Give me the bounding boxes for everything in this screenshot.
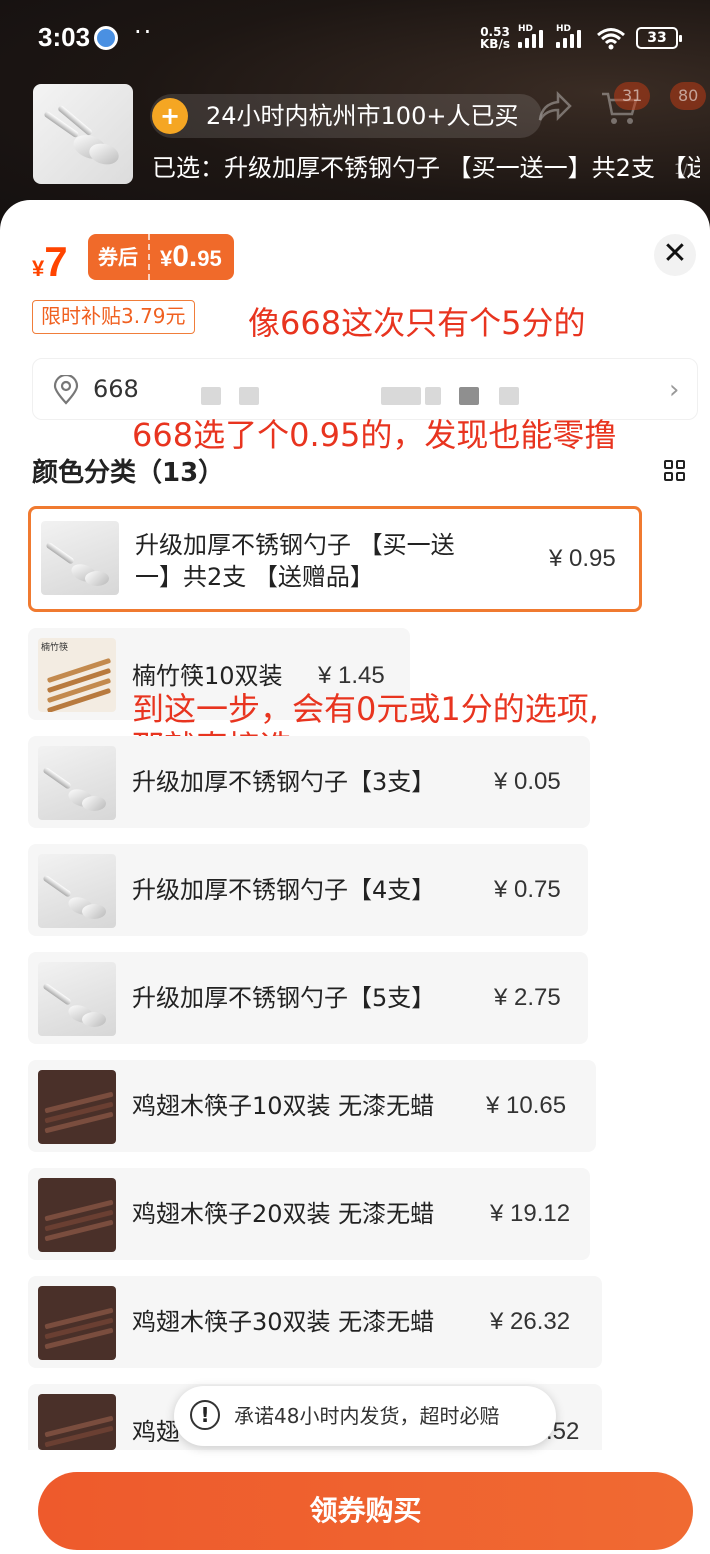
more-dots-icon: ·· bbox=[134, 18, 154, 46]
option-thumbnail bbox=[38, 1178, 116, 1252]
page-indicator: 1/1 bbox=[674, 162, 697, 178]
address-bar[interactable]: 668 › bbox=[32, 358, 698, 420]
option-name: 鸡翅木筷子10双装 无漆无蜡 bbox=[132, 1092, 435, 1120]
message-badge: 80 bbox=[670, 82, 707, 110]
option-thumbnail bbox=[38, 1286, 116, 1360]
signal-icon-2 bbox=[556, 28, 586, 48]
original-price: ¥7 bbox=[32, 238, 68, 285]
coupon-label: 券后 bbox=[88, 234, 150, 280]
q-app-icon bbox=[94, 26, 118, 50]
close-icon[interactable]: ✕ bbox=[654, 234, 696, 276]
status-time: 3:03 bbox=[38, 22, 91, 52]
net-speed: 0.53 KB/s bbox=[480, 25, 510, 51]
sku-option[interactable]: 升级加厚不锈钢勺子【5支】 ¥ 2.75 bbox=[28, 952, 588, 1044]
option-name: 楠竹筷10双装 bbox=[132, 662, 283, 690]
option-price: ¥ 2.75 bbox=[494, 984, 561, 1011]
option-price: ¥ 0.95 bbox=[549, 545, 616, 572]
option-name: 升级加厚不锈钢勺子 【买一送 一】共2支 【送赠品】 bbox=[135, 531, 455, 591]
location-icon bbox=[53, 375, 79, 405]
product-thumbnail[interactable] bbox=[33, 84, 133, 184]
option-name: 鸡翅 bbox=[132, 1418, 180, 1446]
toast-text: 承诺48小时内发货，超时必赔 bbox=[234, 1404, 500, 1428]
sku-option[interactable]: 升级加厚不锈钢勺子【4支】 ¥ 0.75 bbox=[28, 844, 588, 936]
share-icon[interactable] bbox=[534, 90, 574, 126]
chevron-right-icon: › bbox=[669, 375, 680, 405]
shipping-promise-toast: ! 承诺48小时内发货，超时必赔 bbox=[174, 1386, 556, 1446]
sku-option[interactable]: 升级加厚不锈钢勺子【3支】 ¥ 0.05 bbox=[28, 736, 590, 828]
option-price: ¥ 26.32 bbox=[490, 1308, 571, 1335]
coupon-plus-icon: + bbox=[152, 98, 188, 134]
annotation-note-2: 668选了个0.95的，发现也能零撸 bbox=[132, 416, 617, 454]
option-price: ¥ 1.45 bbox=[318, 662, 385, 689]
signal-icon bbox=[518, 28, 548, 48]
sku-option[interactable]: 鸡翅木筷子20双装 无漆无蜡 ¥ 19.12 bbox=[28, 1168, 590, 1260]
option-price: ¥ 0.75 bbox=[494, 876, 561, 903]
subsidy-badge: 限时补贴3.79元 bbox=[32, 300, 195, 334]
coupon-price: ¥0.95 bbox=[160, 240, 222, 273]
option-thumbnail bbox=[38, 854, 116, 928]
sold-count-pill: 24小时内杭州市100+人已买 bbox=[150, 94, 543, 138]
battery-icon: 33 bbox=[636, 27, 682, 49]
grid-view-icon[interactable] bbox=[664, 460, 686, 482]
option-thumbnail: 楠竹筷 bbox=[38, 638, 116, 712]
cart-badge: 31 bbox=[614, 82, 651, 110]
selected-spec: 已选：升级加厚不锈钢勺子 【买一送一】共2支 【送赠品】 bbox=[152, 154, 700, 182]
status-bar: 3:03 ·· 0.53 KB/s HD HD 33 bbox=[0, 0, 710, 76]
section-title: 颜色分类（13） bbox=[32, 458, 225, 488]
buy-button[interactable]: 领券购买 bbox=[38, 1472, 693, 1550]
coupon-price-tag: 券后 ¥0.95 bbox=[88, 234, 234, 280]
option-name: 升级加厚不锈钢勺子【3支】 bbox=[132, 768, 436, 796]
option-thumbnail bbox=[41, 521, 119, 595]
wifi-icon bbox=[597, 28, 625, 50]
option-name: 升级加厚不锈钢勺子【5支】 bbox=[132, 984, 436, 1012]
option-thumbnail bbox=[38, 962, 116, 1036]
sku-option[interactable]: 鸡翅木筷子10双装 无漆无蜡 ¥ 10.65 bbox=[28, 1060, 596, 1152]
option-thumbnail bbox=[38, 1394, 116, 1450]
option-thumbnail bbox=[38, 746, 116, 820]
option-price: ¥ 0.05 bbox=[494, 768, 561, 795]
alert-icon: ! bbox=[190, 1400, 220, 1430]
option-thumbnail bbox=[38, 1070, 116, 1144]
option-name: 升级加厚不锈钢勺子【4支】 bbox=[132, 876, 436, 904]
annotation-note-1: 像668这次只有个5分的 bbox=[248, 304, 586, 342]
option-name: 鸡翅木筷子30双装 无漆无蜡 bbox=[132, 1308, 435, 1336]
sku-option-selected[interactable]: 升级加厚不锈钢勺子 【买一送 一】共2支 【送赠品】 ¥ 0.95 bbox=[28, 506, 642, 612]
option-name: 鸡翅木筷子20双装 无漆无蜡 bbox=[132, 1200, 435, 1228]
address-text: 668 bbox=[93, 375, 139, 403]
option-price: ¥ 10.65 bbox=[486, 1092, 567, 1119]
option-price: ¥ 19.12 bbox=[490, 1200, 571, 1227]
sku-option[interactable]: 鸡翅木筷子30双装 无漆无蜡 ¥ 26.32 bbox=[28, 1276, 602, 1368]
